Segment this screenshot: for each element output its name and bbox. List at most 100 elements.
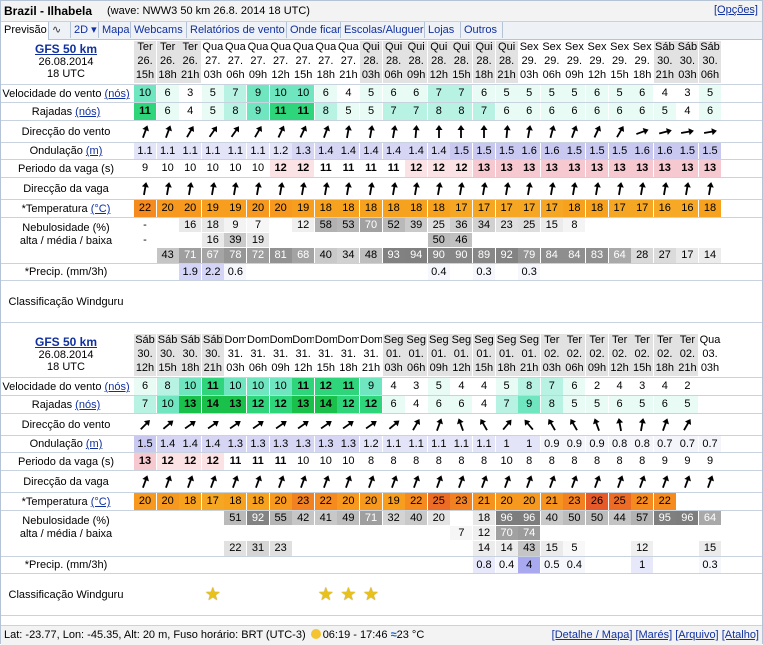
row-label-text: Classificação Windguru	[8, 589, 124, 601]
footer-link-3[interactable]: [Atalho]	[722, 629, 759, 641]
cell-temp: 18	[586, 200, 608, 217]
cell-precip	[360, 557, 382, 573]
cell-gusts	[699, 396, 721, 413]
header-days: Seg	[473, 334, 495, 348]
cell-wind: 7	[450, 85, 473, 102]
cell-cloud_high	[269, 218, 292, 232]
cell-stars	[699, 574, 721, 615]
header-dates: 01.	[427, 348, 450, 362]
wave-arrow-icon	[586, 178, 608, 199]
header-dates: 29.	[518, 55, 541, 69]
tab-8[interactable]: Lojas	[425, 22, 461, 38]
header-hours: 15h	[608, 69, 631, 83]
cell-wind: 5	[495, 85, 518, 102]
cell-precip: 0.5	[540, 557, 563, 573]
cell-swell: 1.1	[201, 143, 224, 159]
cell-cloud_mid	[201, 526, 224, 540]
header-days: Ter	[563, 334, 586, 348]
tab-4[interactable]: Webcams	[131, 22, 187, 38]
unit-link-wind[interactable]: (nós)	[105, 88, 130, 100]
wind-arrow-icon	[676, 414, 698, 435]
footer-link-1[interactable]: [Marés]	[635, 629, 672, 641]
cell-cloud_high: 41	[314, 511, 337, 525]
options-link[interactable]: [Opções]	[714, 4, 758, 16]
header-dates: 02.	[653, 348, 676, 362]
cell-period: 8	[608, 453, 631, 470]
tab-3[interactable]: Mapa	[99, 22, 131, 38]
cell-cloud_low: 90	[427, 248, 450, 263]
cell-precip	[382, 264, 405, 280]
header-days: Sex	[563, 41, 586, 55]
cell-cloud_low: 48	[360, 248, 382, 263]
tab-2[interactable]: 2D ▾	[71, 22, 99, 38]
model-link[interactable]: GFS 50 km	[1, 335, 131, 349]
unit-link-gusts[interactable]: (nós)	[75, 399, 100, 411]
unit-link-swell[interactable]: (m)	[86, 145, 103, 157]
row-label-text: Direcção do vento	[21, 126, 111, 138]
unit-link-temp[interactable]: (°C)	[91, 496, 111, 508]
unit-link-gusts[interactable]: (nós)	[75, 106, 100, 118]
cell-cloud_high: 12	[292, 218, 315, 232]
wind-arrow-icon	[270, 121, 292, 142]
wave-arrow-icon	[654, 471, 676, 492]
unit-link-wind[interactable]: (nós)	[105, 381, 130, 393]
header-dates: 26.	[134, 55, 156, 69]
cell-period: 13	[518, 160, 541, 177]
cell-cloud_low: 72	[247, 248, 269, 263]
cell-period: 10	[179, 160, 202, 177]
unit-link-swell[interactable]: (m)	[86, 438, 103, 450]
cell-period: 13	[608, 160, 631, 177]
header-dates: 31.	[360, 348, 382, 362]
cell-cloud_high: 44	[608, 511, 631, 525]
cell-wind: 4	[337, 85, 360, 102]
footer-link-2[interactable]: [Arquivo]	[675, 629, 718, 641]
cell-cloud_high: -	[134, 218, 156, 232]
row-label-text: Velocidade do vento	[2, 88, 102, 100]
header-days: Seg	[450, 334, 473, 348]
header-days: Qua	[269, 41, 292, 55]
header-dates: 28.	[473, 55, 495, 69]
cell-stars	[202, 281, 224, 322]
model-info: GFS 50 km 26.08.2014 18 UTC	[1, 42, 131, 80]
cell-precip	[653, 264, 676, 280]
wind-arrow-icon	[450, 121, 472, 142]
tab-1[interactable]: ∿	[49, 22, 71, 38]
wave-arrow-icon	[518, 178, 540, 199]
wave-arrow-icon	[405, 471, 427, 492]
clouds-label: Nebulosidade (%)	[22, 515, 110, 527]
cell-gusts: 6	[563, 103, 586, 120]
cell-cloud_low: 43	[156, 248, 179, 263]
tab-0[interactable]: Previsão	[1, 22, 49, 40]
header-hours: 21h	[201, 362, 224, 376]
unit-link-temp[interactable]: (°C)	[91, 203, 111, 215]
cell-cloud_mid	[586, 233, 608, 247]
location-title: Brazil - Ilhabela	[4, 4, 93, 18]
cell-stars	[473, 281, 495, 322]
header-days: Qui	[495, 41, 518, 55]
cell-stars	[631, 574, 653, 615]
cell-swell: 1.5	[134, 436, 156, 452]
wave-arrow-icon	[270, 178, 292, 199]
tab-9[interactable]: Outros	[461, 22, 503, 38]
cell-period: 8	[518, 453, 541, 470]
cell-period: 12	[292, 160, 315, 177]
cell-cloud_mid: 19	[247, 233, 269, 247]
model-link[interactable]: GFS 50 km	[1, 42, 131, 56]
cell-temp: 22	[653, 493, 676, 510]
cell-temp: 18	[427, 200, 450, 217]
tab-7[interactable]: Escolas/Aluguer	[341, 22, 425, 38]
header-dates: 30.	[699, 55, 721, 69]
cell-cloud_high: 32	[382, 511, 405, 525]
cell-gusts: 7	[405, 103, 428, 120]
wind-arrow-icon	[518, 414, 540, 435]
footer-link-0[interactable]: [Detalhe / Mapa]	[552, 629, 633, 641]
cell-swell: 1.3	[292, 143, 315, 159]
cell-temp: 22	[631, 493, 654, 510]
cell-swell: 1.4	[427, 143, 450, 159]
row-label-text: Rajadas	[31, 106, 73, 118]
cell-gusts: 9	[518, 396, 541, 413]
cell-precip	[314, 264, 337, 280]
tab-5[interactable]: Relatórios de vento	[187, 22, 287, 38]
tab-6[interactable]: Onde ficar	[287, 22, 341, 38]
cell-period: 8	[382, 453, 405, 470]
